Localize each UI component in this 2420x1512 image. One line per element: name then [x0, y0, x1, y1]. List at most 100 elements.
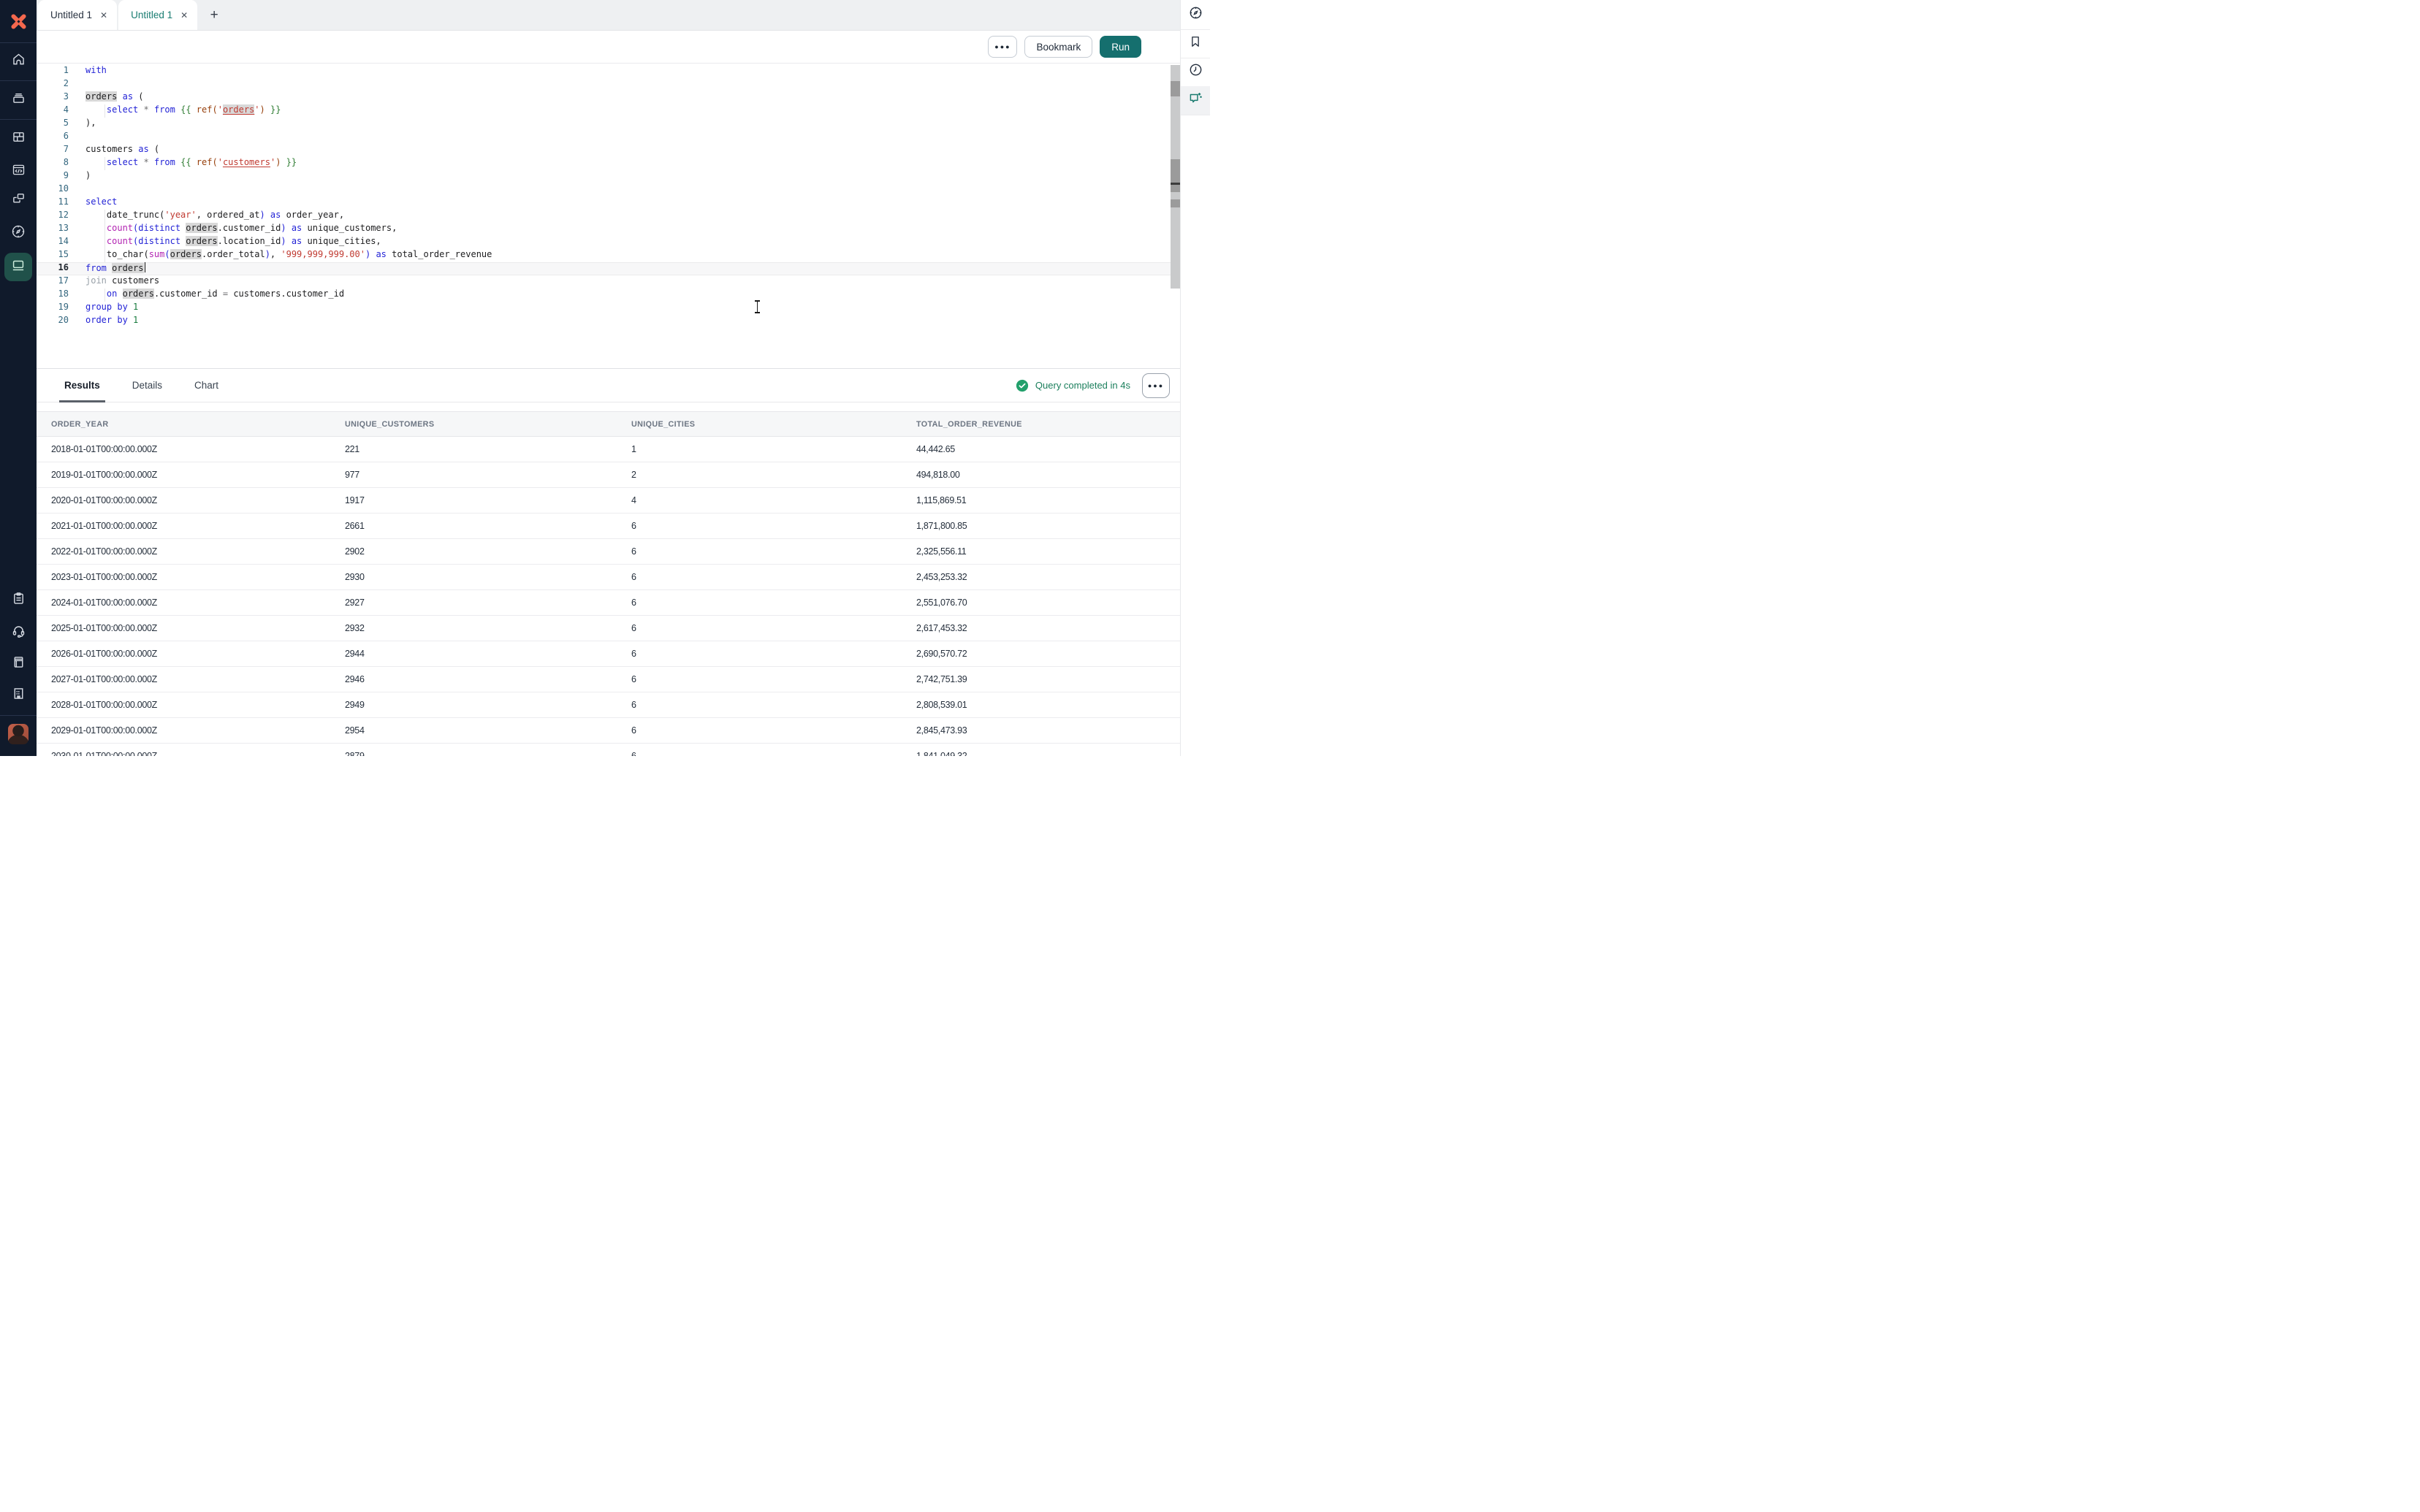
results-tab-chart[interactable]: Chart [194, 369, 218, 402]
line-number: 7 [37, 144, 69, 157]
line-number: 19 [37, 302, 69, 315]
line-number: 6 [37, 131, 69, 144]
line-number: 17 [37, 275, 69, 289]
column-header[interactable]: UNIQUE_CITIES [625, 420, 910, 429]
tab-close-icon[interactable]: ✕ [180, 10, 188, 20]
table-cell: 1917 [339, 495, 625, 505]
table-cell: 2927 [339, 597, 625, 608]
magic-chat-sparkle-icon [1187, 91, 1203, 110]
table-cell: 2029-01-01T00:00:00.000Z [45, 725, 339, 736]
scrollbar-thumb[interactable] [1171, 159, 1180, 192]
scrollbar-match-marker [1171, 81, 1180, 96]
bookmark-button[interactable]: Bookmark [1024, 36, 1092, 58]
table-cell: 2932 [339, 623, 625, 633]
code-line: 1with [37, 65, 1180, 78]
code-line-text: from orders [85, 262, 145, 275]
table-cell: 2019-01-01T00:00:00.000Z [45, 470, 339, 480]
editor-scrollbar[interactable] [1171, 65, 1180, 289]
sidebar-item-support[interactable] [0, 619, 37, 646]
rail-item-bookmarks[interactable] [1181, 30, 1210, 56]
table-cell: 2930 [339, 572, 625, 582]
table-cell: 2020-01-01T00:00:00.000Z [45, 495, 339, 505]
line-number: 16 [37, 262, 69, 275]
code-line: 3 orders as ( [37, 91, 1180, 104]
hex-logo[interactable] [0, 0, 37, 42]
code-line-text: group by 1 [85, 302, 138, 315]
code-line: 16 from orders [37, 262, 1180, 275]
sidebar-item-notebook-active[interactable] [4, 253, 32, 281]
table-row[interactable]: 2022-01-01T00:00:00.000Z290262,325,556.1… [37, 539, 1180, 565]
sidebar-item-docs[interactable] [0, 651, 37, 677]
results-tabbar: ResultsDetailsChart Query completed in 4… [37, 369, 1180, 402]
table-cell: 6 [625, 649, 910, 659]
sidebar-item-components[interactable] [0, 187, 37, 213]
table-row[interactable]: 2025-01-01T00:00:00.000Z293262,617,453.3… [37, 616, 1180, 641]
document-tab-label: Untitled 1 [131, 9, 172, 20]
sidebar-item-organization[interactable] [0, 682, 37, 709]
new-tab-button[interactable]: + [199, 0, 229, 30]
line-number: 18 [37, 289, 69, 302]
table-row[interactable]: 2018-01-01T00:00:00.000Z221144,442.65 [37, 437, 1180, 462]
sidebar-item-home[interactable] [0, 48, 37, 75]
code-line: 2 [37, 78, 1180, 91]
rail-item-explore[interactable] [1181, 1, 1210, 28]
line-number: 3 [37, 91, 69, 104]
table-row[interactable]: 2019-01-01T00:00:00.000Z9772494,818.00 [37, 462, 1180, 488]
code-line: 5), [37, 118, 1180, 131]
user-avatar[interactable] [8, 724, 28, 744]
notebook-laptop-icon [10, 257, 26, 277]
column-header[interactable]: ORDER_YEAR [45, 420, 339, 429]
results-tab-results[interactable]: Results [64, 369, 100, 402]
table-row[interactable]: 2028-01-01T00:00:00.000Z294962,808,539.0… [37, 692, 1180, 718]
table-row[interactable]: 2026-01-01T00:00:00.000Z294462,690,570.7… [37, 641, 1180, 667]
sidebar-item-code[interactable] [0, 159, 37, 185]
sidebar-item-changelog[interactable] [0, 587, 37, 614]
table-cell: 2661 [339, 521, 625, 531]
run-button[interactable]: Run [1100, 36, 1141, 58]
sql-editor[interactable]: 1with23orders as (4 select * from {{ ref… [37, 64, 1180, 368]
line-number: 9 [37, 170, 69, 183]
table-cell: 2949 [339, 700, 625, 710]
results-panel: ResultsDetailsChart Query completed in 4… [37, 368, 1180, 756]
code-line: 10 [37, 183, 1180, 196]
table-cell: 2954 [339, 725, 625, 736]
tab-close-icon[interactable]: ✕ [100, 10, 107, 20]
column-header[interactable]: UNIQUE_CUSTOMERS [339, 420, 625, 429]
results-more-button[interactable]: ●●● [1142, 373, 1170, 398]
table-header-row: ORDER_YEARUNIQUE_CUSTOMERSUNIQUE_CITIEST… [37, 411, 1180, 437]
more-options-button[interactable]: ●●● [988, 36, 1017, 58]
table-row[interactable]: 2030-01-01T00:00:00.000Z287961,841,049.3… [37, 744, 1180, 756]
table-row[interactable]: 2021-01-01T00:00:00.000Z266161,871,800.8… [37, 513, 1180, 539]
table-cell: 221 [339, 444, 625, 454]
sidebar-item-projects[interactable] [0, 87, 37, 113]
table-row[interactable]: 2020-01-01T00:00:00.000Z191741,115,869.5… [37, 488, 1180, 513]
table-cell: 2021-01-01T00:00:00.000Z [45, 521, 339, 531]
column-header[interactable]: TOTAL_ORDER_REVENUE [910, 420, 1180, 429]
sidebar-item-explore[interactable] [0, 220, 37, 246]
results-tab-details[interactable]: Details [132, 369, 162, 402]
table-cell: 2902 [339, 546, 625, 557]
table-cell: 6 [625, 725, 910, 736]
table-row[interactable]: 2023-01-01T00:00:00.000Z293062,453,253.3… [37, 565, 1180, 590]
rail-item-history[interactable] [1181, 58, 1210, 85]
table-row[interactable]: 2024-01-01T00:00:00.000Z292762,551,076.7… [37, 590, 1180, 616]
book-icon [11, 654, 26, 673]
code-line-text: join customers [85, 275, 159, 289]
line-number: 12 [37, 210, 69, 223]
document-tab[interactable]: Untitled 1 ✕ [118, 0, 197, 30]
document-tab[interactable]: Untitled 1✕ [38, 0, 117, 30]
headset-icon [11, 623, 26, 642]
table-row[interactable]: 2029-01-01T00:00:00.000Z295462,845,473.9… [37, 718, 1180, 744]
code-line-text: orders as ( [85, 91, 144, 104]
table-row[interactable]: 2027-01-01T00:00:00.000Z294662,742,751.3… [37, 667, 1180, 692]
building-icon [11, 686, 26, 705]
table-cell: 2,742,751.39 [910, 674, 1180, 684]
code-line-text: date_trunc('year', ordered_at) as order_… [85, 210, 344, 223]
code-line-text: select * from {{ ref('customers') }} [85, 157, 297, 170]
clock-icon [1188, 62, 1203, 81]
line-number: 8 [37, 157, 69, 170]
rail-item-magic-assistant-active[interactable] [1181, 86, 1210, 115]
code-line: 11select [37, 196, 1180, 210]
sidebar-item-apps[interactable] [0, 126, 37, 152]
left-sidebar [0, 0, 37, 756]
